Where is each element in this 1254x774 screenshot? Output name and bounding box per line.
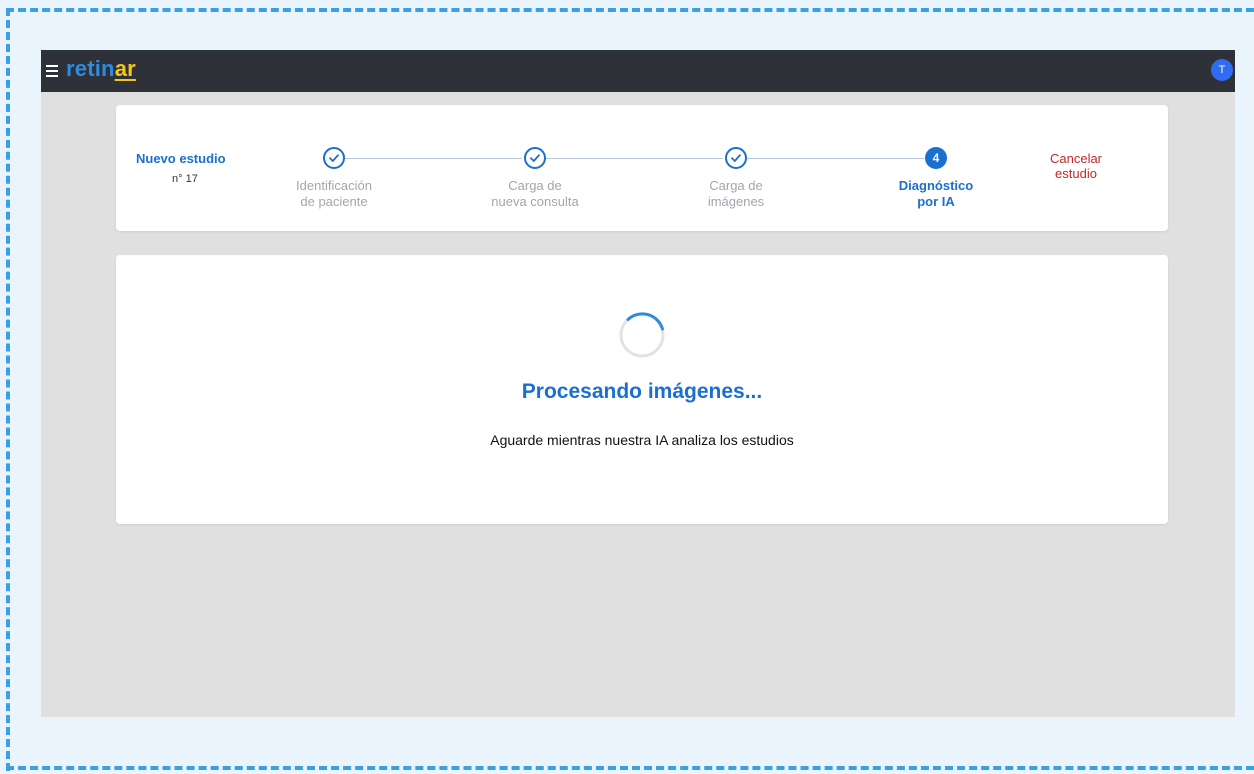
cancel-study-line2: estudio	[1055, 166, 1097, 181]
step-2-label: Carga de nueva consulta	[465, 178, 605, 210]
logo-text-retin: retin	[66, 56, 115, 81]
step-1-label-line1: Identificación	[296, 178, 372, 193]
step-3-check-icon	[725, 147, 747, 169]
step-2-label-line2: nueva consulta	[491, 194, 579, 209]
processing-title: Procesando imágenes...	[521, 380, 763, 403]
dashed-frame-bottom	[6, 766, 1254, 770]
loading-spinner-icon	[619, 312, 665, 358]
hamburger-menu-icon[interactable]	[46, 62, 60, 78]
top-bar: retinar T	[41, 50, 1235, 92]
processing-subtitle: Aguarde mientras nuestra IA analiza los …	[490, 432, 794, 448]
step-1-label: Identificación de paciente	[264, 178, 404, 210]
step-connector-2	[546, 158, 723, 159]
study-number: n° 17	[172, 173, 198, 185]
step-1-check-icon	[323, 147, 345, 169]
step-2-label-line1: Carga de	[508, 178, 562, 193]
user-avatar[interactable]: T	[1211, 59, 1233, 81]
step-4-number-badge: 4	[925, 147, 947, 169]
processing-card: Procesando imágenes... Aguarde mientras …	[116, 255, 1168, 524]
step-2-check-icon	[524, 147, 546, 169]
study-stepper-card: Nuevo estudio n° 17 Identificación de pa…	[116, 105, 1168, 231]
app-window: retinar T Nuevo estudio n° 17 Identifica…	[41, 50, 1235, 717]
step-connector-1	[345, 158, 522, 159]
step-connector-3	[747, 158, 924, 159]
step-3-label-line2: imágenes	[707, 194, 765, 209]
retinar-logo[interactable]: retinar	[66, 56, 136, 82]
step-3-label: Carga de imágenes	[666, 178, 806, 210]
step-4-label: Diagnóstico por IA	[866, 178, 1006, 210]
step-3-label-line1: Carga de	[709, 178, 763, 193]
step-1-label-line2: de paciente	[300, 194, 368, 209]
step-4-label-line1: Diagnóstico	[898, 178, 974, 193]
logo-text-ar: ar	[114, 56, 136, 81]
study-title: Nuevo estudio	[136, 151, 226, 166]
cancel-study-button[interactable]: Cancelar estudio	[1036, 151, 1116, 181]
cancel-study-line1: Cancelar	[1049, 151, 1103, 166]
step-4-label-line2: por IA	[917, 194, 955, 209]
